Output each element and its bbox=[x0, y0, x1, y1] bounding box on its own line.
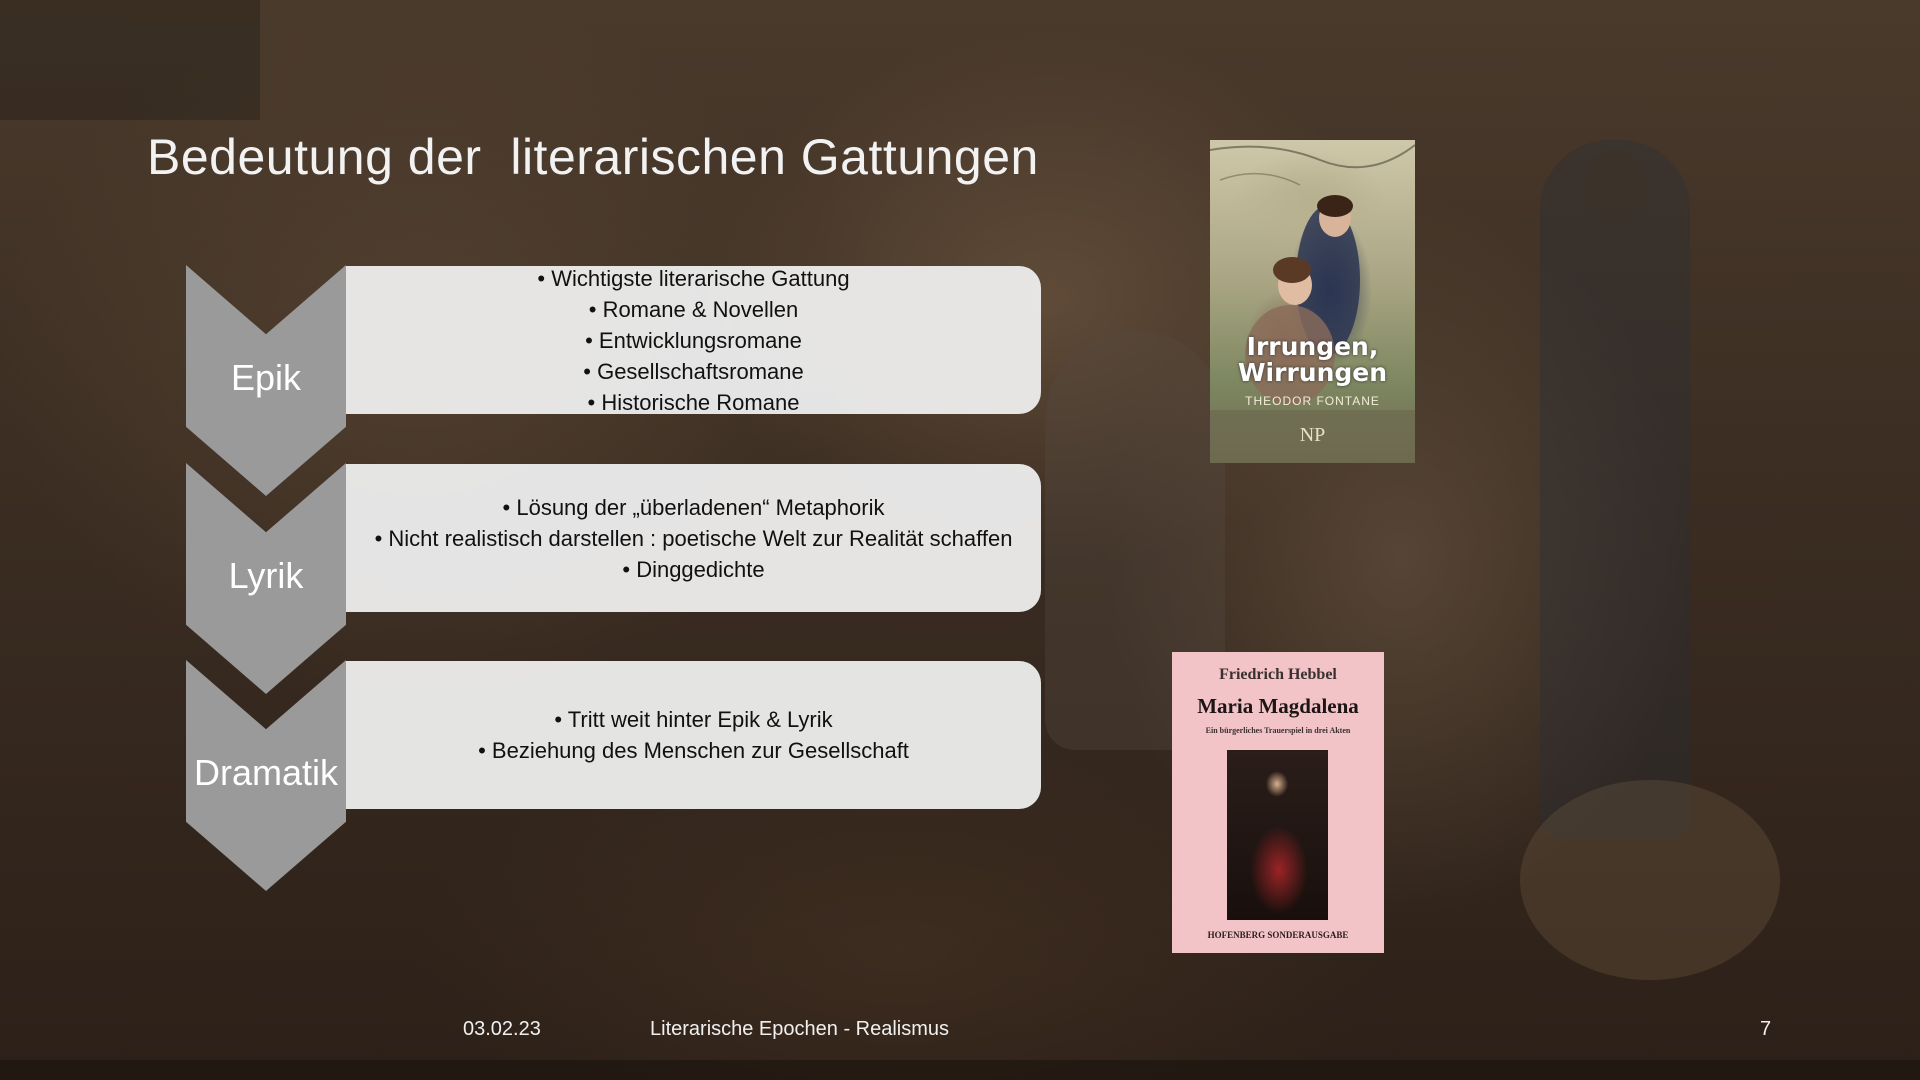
genre-points-dramatik: Tritt weit hinter Epik & Lyrik Beziehung… bbox=[478, 704, 909, 766]
cover-painting bbox=[1227, 750, 1328, 920]
book-author: THEODOR FONTANE bbox=[1245, 394, 1380, 408]
book-title: Maria Magdalena bbox=[1197, 694, 1359, 718]
genre-card-dramatik: Tritt weit hinter Epik & Lyrik Beziehung… bbox=[346, 661, 1041, 809]
list-item: Lösung der „überladenen“ Metaphorik bbox=[375, 492, 1013, 523]
list-item: Dinggedichte bbox=[375, 554, 1013, 585]
book-cover-maria-magdalena: Friedrich Hebbel Maria Magdalena Ein bür… bbox=[1172, 652, 1384, 953]
cover-illustration bbox=[1210, 144, 1415, 463]
list-item: Gesellschaftsromane bbox=[537, 356, 849, 387]
footer-date: 03.02.23 bbox=[463, 1018, 541, 1040]
book-publisher: HOFENBERG SONDERAUSGABE bbox=[1207, 930, 1349, 940]
list-item: Tritt weit hinter Epik & Lyrik bbox=[478, 704, 909, 735]
book-author: Friedrich Hebbel bbox=[1219, 666, 1337, 683]
publisher-logo: NP bbox=[1299, 424, 1326, 446]
slide: Bedeutung der literarischen Gattungen Ep… bbox=[0, 0, 1920, 1080]
genre-points-epik: Wichtigste literarische Gattung Romane &… bbox=[537, 263, 849, 418]
genre-points-lyrik: Lösung der „überladenen“ Metaphorik Nich… bbox=[375, 492, 1013, 585]
genre-label-epik: Epik bbox=[230, 357, 302, 398]
list-item: Historische Romane bbox=[537, 387, 849, 418]
list-item: Romane & Novellen bbox=[537, 294, 849, 325]
book-cover-irrungen-wirrungen: Irrungen, Wirrungen THEODOR FONTANE NP bbox=[1210, 140, 1415, 463]
genre-label-lyrik: Lyrik bbox=[228, 555, 304, 596]
list-item: Entwicklungsromane bbox=[537, 325, 849, 356]
book-subtitle: Ein bürgerliches Trauerspiel in drei Akt… bbox=[1205, 726, 1351, 735]
list-item: Beziehung des Menschen zur Gesellschaft bbox=[478, 735, 909, 766]
genre-card-lyrik: Lösung der „überladenen“ Metaphorik Nich… bbox=[346, 464, 1041, 612]
list-item: Nicht realistisch darstellen : poetische… bbox=[375, 523, 1012, 554]
list-item: Wichtigste literarische Gattung bbox=[537, 263, 849, 294]
slide-title: Bedeutung der literarischen Gattungen bbox=[147, 129, 1039, 185]
page-number: 7 bbox=[1760, 1018, 1772, 1040]
footer-title: Literarische Epochen - Realismus bbox=[650, 1018, 950, 1040]
book-title: Irrungen, Wirrungen bbox=[1237, 332, 1388, 387]
genre-label-dramatik: Dramatik bbox=[193, 752, 339, 793]
genre-card-epik: Wichtigste literarische Gattung Romane &… bbox=[346, 266, 1041, 415]
